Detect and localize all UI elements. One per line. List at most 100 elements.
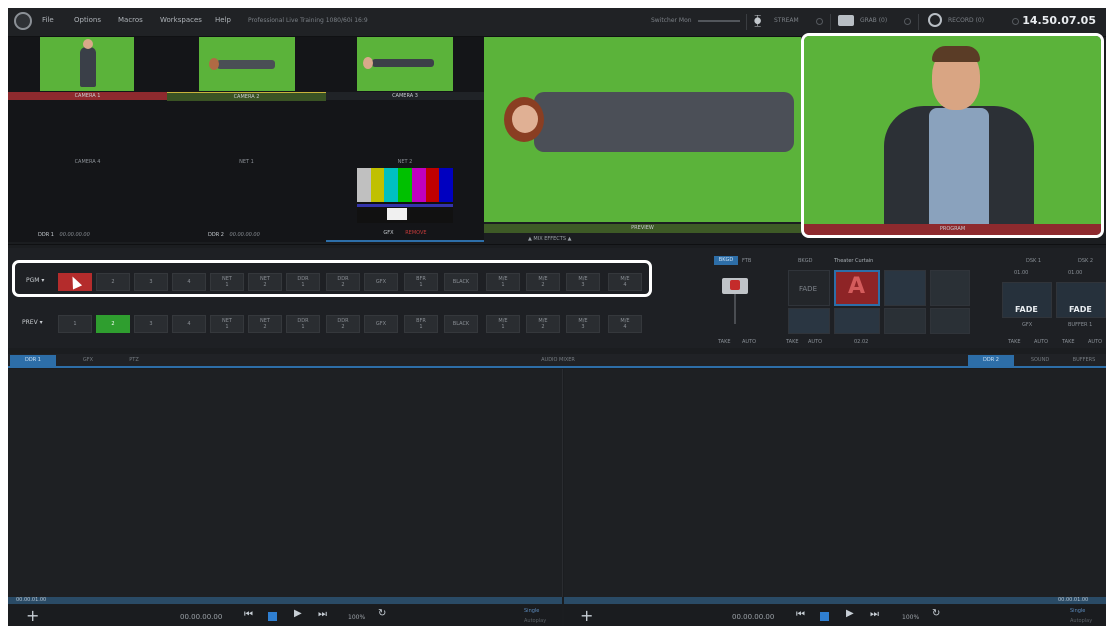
tab-gfx[interactable]: GFX xyxy=(68,357,108,363)
prev-source-button[interactable]: 3 xyxy=(134,315,168,333)
switcher-mon-slider[interactable] xyxy=(698,20,740,22)
take-button[interactable]: TAKE xyxy=(718,339,731,345)
bkgd-button[interactable]: BKGD xyxy=(714,256,738,265)
tab-audio-mixer[interactable]: AUDIO MIXER xyxy=(528,357,588,363)
camera-1-monitor[interactable] xyxy=(40,37,134,91)
prev-source-button[interactable]: M/E 1 xyxy=(486,315,520,333)
ddr-1-mode[interactable]: Single xyxy=(524,608,539,614)
auto-button-2[interactable]: AUTO xyxy=(808,339,822,345)
ddr-2-name: DDR 2 xyxy=(208,232,224,238)
gfx-name: GFX xyxy=(383,230,394,236)
add-clip-icon[interactable]: + xyxy=(26,606,39,625)
play-icon[interactable]: ▶ xyxy=(846,608,854,619)
grab-label[interactable]: GRAB (0) xyxy=(860,17,887,24)
ftb-button[interactable]: FTB xyxy=(742,258,751,264)
transition-name: Theater Curtain xyxy=(834,258,874,264)
transition-thumb-3[interactable] xyxy=(884,270,926,306)
menu-help[interactable]: Help xyxy=(215,16,231,24)
transition-thumb-4[interactable] xyxy=(930,270,970,306)
transition-thumb-5[interactable] xyxy=(788,308,830,334)
tab-sound[interactable]: SOUND xyxy=(1020,357,1060,363)
color-bars-monitor[interactable] xyxy=(357,168,453,223)
ddr-1-scrub-bar[interactable] xyxy=(8,597,562,604)
prev-source-button[interactable]: GFX xyxy=(364,315,398,333)
preview-monitor[interactable] xyxy=(484,37,801,222)
tab-buffers[interactable]: BUFFERS xyxy=(1064,357,1104,363)
stream-icon[interactable]: ⧳ xyxy=(754,13,761,28)
auto-button[interactable]: AUTO xyxy=(742,339,756,345)
net-2-label: NET 2 xyxy=(397,159,413,165)
ddr-2-mode-2[interactable]: Autoplay xyxy=(1070,618,1092,624)
play-icon[interactable]: ▶ xyxy=(294,608,302,619)
t-bar-handle[interactable] xyxy=(730,280,740,290)
prev-source-button[interactable]: BLACK xyxy=(444,315,478,333)
program-monitor[interactable] xyxy=(804,36,1101,224)
dsk-1-source[interactable]: GFX xyxy=(1022,322,1032,328)
prev-source-button[interactable]: M/E 2 xyxy=(526,315,560,333)
skip-forward-icon[interactable]: ⏭ xyxy=(318,609,327,620)
prev-source-button[interactable]: 1 xyxy=(58,315,92,333)
loop-icon[interactable]: ↻ xyxy=(378,608,386,619)
transition-thumb-6[interactable] xyxy=(834,308,880,334)
dsk-1-take[interactable]: TAKE xyxy=(1008,339,1021,345)
take-button-2[interactable]: TAKE xyxy=(786,339,799,345)
camera-3-monitor[interactable] xyxy=(357,37,453,91)
dsk-1-time[interactable]: 01.00 xyxy=(1014,270,1028,276)
skip-back-icon[interactable]: ⏮ xyxy=(796,609,805,620)
ddr-1-speed[interactable]: 100% xyxy=(348,614,365,621)
prev-source-button[interactable]: M/E 3 xyxy=(566,315,600,333)
divider xyxy=(8,244,1106,245)
dsk-2-fade: FADE xyxy=(1069,305,1092,314)
prev-source-button[interactable]: NET 1 xyxy=(210,315,244,333)
ddr-1-playlist[interactable] xyxy=(8,369,563,597)
prev-source-button[interactable]: 2 xyxy=(96,315,130,333)
ddr-2-speed[interactable]: 100% xyxy=(902,614,919,621)
stop-icon[interactable] xyxy=(820,612,829,621)
prev-source-button[interactable]: NET 2 xyxy=(248,315,282,333)
presenter-figure xyxy=(534,92,794,152)
camera-grab-icon[interactable] xyxy=(838,15,854,26)
dsk-2-take[interactable]: TAKE xyxy=(1062,339,1075,345)
record-icon[interactable] xyxy=(928,13,942,27)
ddr-1-mode-2[interactable]: Autoplay xyxy=(524,618,546,624)
ddr-2-scrub-bar[interactable] xyxy=(564,597,1106,604)
transition-thumb-7[interactable] xyxy=(884,308,926,334)
skip-back-icon[interactable]: ⏮ xyxy=(244,609,253,620)
dsk-2-panel[interactable]: FADE xyxy=(1056,282,1106,318)
menu-options[interactable]: Options xyxy=(74,16,101,24)
prev-source-button[interactable]: DDR 2 xyxy=(326,315,360,333)
add-clip-icon[interactable]: + xyxy=(580,606,593,625)
prev-source-button[interactable]: M/E 4 xyxy=(608,315,642,333)
dsk-1-panel[interactable]: FADE xyxy=(1002,282,1052,318)
stop-icon[interactable] xyxy=(268,612,277,621)
mix-effects-toggle[interactable]: ▲ MIX EFFECTS ▲ xyxy=(528,236,571,242)
dsk-1-auto[interactable]: AUTO xyxy=(1034,339,1048,345)
stream-label[interactable]: STREAM xyxy=(774,17,799,24)
transition-thumb-curtain[interactable]: A xyxy=(834,270,880,306)
prev-source-button[interactable]: DDR 1 xyxy=(286,315,320,333)
camera-2-monitor[interactable] xyxy=(199,37,295,91)
record-label[interactable]: RECORD (0) xyxy=(948,17,984,24)
castellation-bar xyxy=(357,204,453,207)
dsk-2-time[interactable]: 01.00 xyxy=(1068,270,1082,276)
tab-ptz[interactable]: PTZ xyxy=(114,357,154,363)
ddr-2-mode[interactable]: Single xyxy=(1070,608,1085,614)
prev-dropdown[interactable]: PREV ▾ xyxy=(22,319,43,326)
tab-ddr-1[interactable]: DDR 1 xyxy=(10,355,56,366)
transition-thumb-fade[interactable]: FADE xyxy=(788,270,830,306)
skip-forward-icon[interactable]: ⏭ xyxy=(870,609,879,620)
transition-duration[interactable]: 02.02 xyxy=(854,339,868,345)
prev-source-button[interactable]: BFR 1 xyxy=(404,315,438,333)
dsk-2-source[interactable]: BUFFER 1 xyxy=(1068,322,1092,328)
menu-macros[interactable]: Macros xyxy=(118,16,143,24)
transition-thumb-8[interactable] xyxy=(930,308,970,334)
loop-icon[interactable]: ↻ xyxy=(932,608,940,619)
dsk-2-auto[interactable]: AUTO xyxy=(1088,339,1102,345)
menu-workspaces[interactable]: Workspaces xyxy=(160,16,202,24)
prev-source-button[interactable]: 4 xyxy=(172,315,206,333)
multiview: CAMERA 1 CAMERA 2 CAMERA 3 CAMERA 4 NET … xyxy=(8,37,484,242)
tab-ddr-2[interactable]: DDR 2 xyxy=(968,355,1014,366)
menu-file[interactable]: File xyxy=(42,16,54,24)
app-logo-icon[interactable] xyxy=(14,12,32,30)
ddr-2-playlist[interactable] xyxy=(564,369,1106,597)
